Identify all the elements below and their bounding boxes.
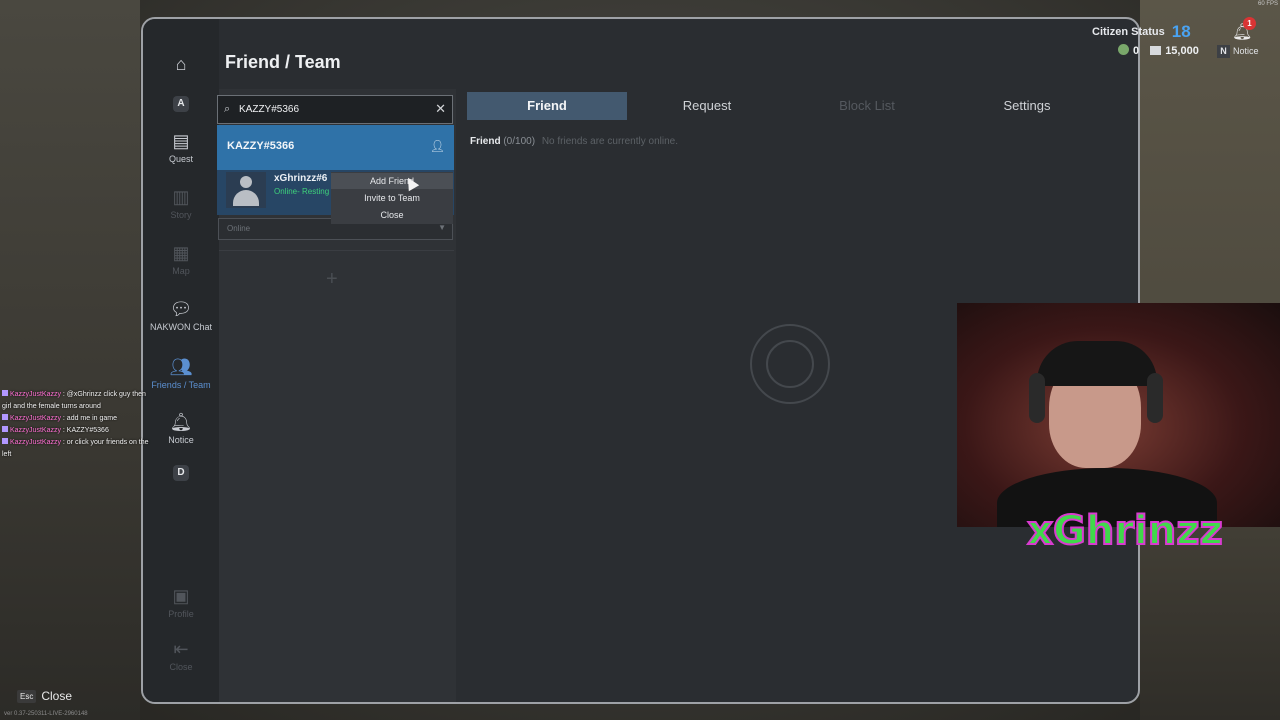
citizen-level: 18	[1171, 22, 1191, 41]
side-navigation: ⌂ A ▤ Quest ▥ Story ▦ Map 💬︎ NAKWON Chat…	[143, 19, 219, 702]
nav-label-story: Story	[170, 210, 192, 220]
home-icon: ⌂	[175, 54, 187, 74]
friend-list-header: Friend (0/100) No friends are currently …	[470, 136, 678, 147]
friend-empty-message: No friends are currently online.	[541, 136, 678, 147]
citizen-status-label: Citizen Status	[1092, 26, 1165, 38]
chat-text: : KAZZY#5366	[62, 427, 109, 434]
nav-hotkey-a[interactable]: A	[143, 96, 219, 112]
notice-shortcut[interactable]: N Notice	[1217, 45, 1259, 58]
add-friend-menu-item[interactable]: Add Friend	[331, 173, 453, 189]
nav-label-friends: Friends / Team	[151, 380, 211, 390]
nav-map[interactable]: ▦ Map	[143, 243, 219, 277]
exit-icon: ⇤	[173, 639, 189, 659]
stream-logo: xGhrinzz	[1026, 507, 1224, 555]
page-title: Friend / Team	[225, 52, 341, 72]
nav-notice[interactable]: 🔔︎ Notice	[143, 412, 219, 446]
chat-text: : add me in game	[62, 415, 118, 422]
nav-quest[interactable]: ▤ Quest	[143, 131, 219, 165]
search-result-name: KAZZY#5366	[227, 140, 295, 152]
nav-profile[interactable]: ▣ Profile	[143, 586, 219, 620]
tab-friend[interactable]: Friend	[467, 92, 627, 120]
gem-count: 0	[1133, 45, 1140, 57]
close-menu-item[interactable]: Close	[331, 207, 453, 223]
cash-amount: 15,000	[1165, 45, 1199, 57]
webcam-overlay	[957, 303, 1280, 527]
esc-key-badge: Esc	[17, 690, 37, 703]
esc-close-label: Close	[41, 689, 73, 703]
chat-username: KazzyJustKazzy	[10, 415, 61, 422]
tab-request[interactable]: Request	[627, 92, 787, 120]
chat-username: KazzyJustKazzy	[10, 391, 61, 398]
search-field[interactable]: ⌕ KAZZY#5366 ✕	[217, 95, 453, 124]
tab-settings[interactable]: Settings	[947, 92, 1107, 120]
quest-document-icon: ▤	[172, 131, 190, 151]
search-icon: ⌕	[224, 103, 231, 115]
chat-message: KazzyJustKazzy : KAZZY#5366	[2, 425, 154, 437]
user-name: xGhrinzz#6	[274, 173, 328, 184]
online-filter-label: Online	[227, 224, 251, 233]
chat-message: KazzyJustKazzy : or click your friends o…	[2, 437, 154, 461]
nav-story[interactable]: ▥ Story	[143, 187, 219, 221]
currency-display: 0 15,000	[1118, 44, 1199, 57]
context-menu: Add Friend Invite to Team Close	[331, 172, 453, 224]
map-icon: ▦	[172, 243, 190, 263]
nav-label-quest: Quest	[168, 154, 193, 164]
avatar	[226, 172, 266, 208]
citizen-status[interactable]: Citizen Status 18	[1092, 22, 1191, 42]
hotkey-d-badge: D	[173, 465, 189, 481]
user-status: Online- Resting	[274, 187, 330, 196]
tab-block-list[interactable]: Block List	[787, 92, 947, 120]
story-book-icon: ▥	[172, 187, 190, 207]
nav-nakwon-chat[interactable]: 💬︎ NAKWON Chat	[143, 299, 219, 333]
gem-icon	[1118, 44, 1129, 55]
chat-username: KazzyJustKazzy	[10, 439, 61, 446]
nav-label-chat: NAKWON Chat	[149, 322, 212, 332]
friend-list-label: Friend	[470, 136, 501, 147]
nav-close[interactable]: ⇤ Close	[143, 639, 219, 673]
friend-count: (0/100)	[503, 136, 536, 147]
chat-message: KazzyJustKazzy : add me in game	[2, 413, 154, 425]
nav-label-notice: Notice	[168, 435, 194, 445]
search-input[interactable]: KAZZY#5366	[239, 104, 299, 115]
add-user-icon[interactable]: 👤︎	[430, 139, 445, 153]
stream-chat-overlay: KazzyJustKazzy : @xGhrinzz click guy the…	[2, 389, 154, 461]
version-text: ver 0.37-250311-LIVE-2960148	[4, 711, 88, 717]
stream-logo-text: xGhrinzz	[1027, 508, 1223, 554]
nav-home[interactable]: ⌂	[143, 54, 219, 77]
invite-to-team-menu-item[interactable]: Invite to Team	[331, 190, 453, 206]
nav-label-profile: Profile	[168, 609, 194, 619]
chat-bubble-icon: 💬︎	[169, 299, 193, 319]
esc-close-hint[interactable]: Esc Close	[17, 689, 72, 703]
nav-friends-team[interactable]: 👥︎ Friends / Team	[143, 357, 219, 391]
chevron-down-icon: ▼	[438, 223, 446, 232]
nav-label-map: Map	[172, 266, 190, 276]
hotkey-a-badge: A	[173, 96, 189, 112]
emblem-watermark-icon	[750, 324, 830, 404]
game-background-left	[0, 0, 140, 720]
add-plus-icon[interactable]: +	[326, 268, 338, 291]
divider	[219, 250, 454, 251]
cash-icon	[1150, 46, 1162, 55]
nav-label-close: Close	[169, 662, 193, 672]
search-result-header[interactable]: KAZZY#5366 👤︎	[217, 125, 454, 170]
people-icon: 👥︎	[169, 357, 193, 377]
notification-count-badge: 1	[1243, 17, 1256, 30]
notice-label: Notice	[1233, 46, 1259, 56]
nav-hotkey-d[interactable]: D	[143, 465, 219, 481]
chat-username: KazzyJustKazzy	[10, 427, 61, 434]
profile-card-icon: ▣	[172, 586, 190, 606]
chat-message: KazzyJustKazzy : @xGhrinzz click guy the…	[2, 389, 154, 413]
bell-icon: 🔔︎	[169, 412, 193, 432]
fps-counter: 60 FPS	[1257, 1, 1278, 7]
notice-key-badge: N	[1217, 45, 1230, 58]
clear-search-icon[interactable]: ✕	[435, 101, 446, 117]
